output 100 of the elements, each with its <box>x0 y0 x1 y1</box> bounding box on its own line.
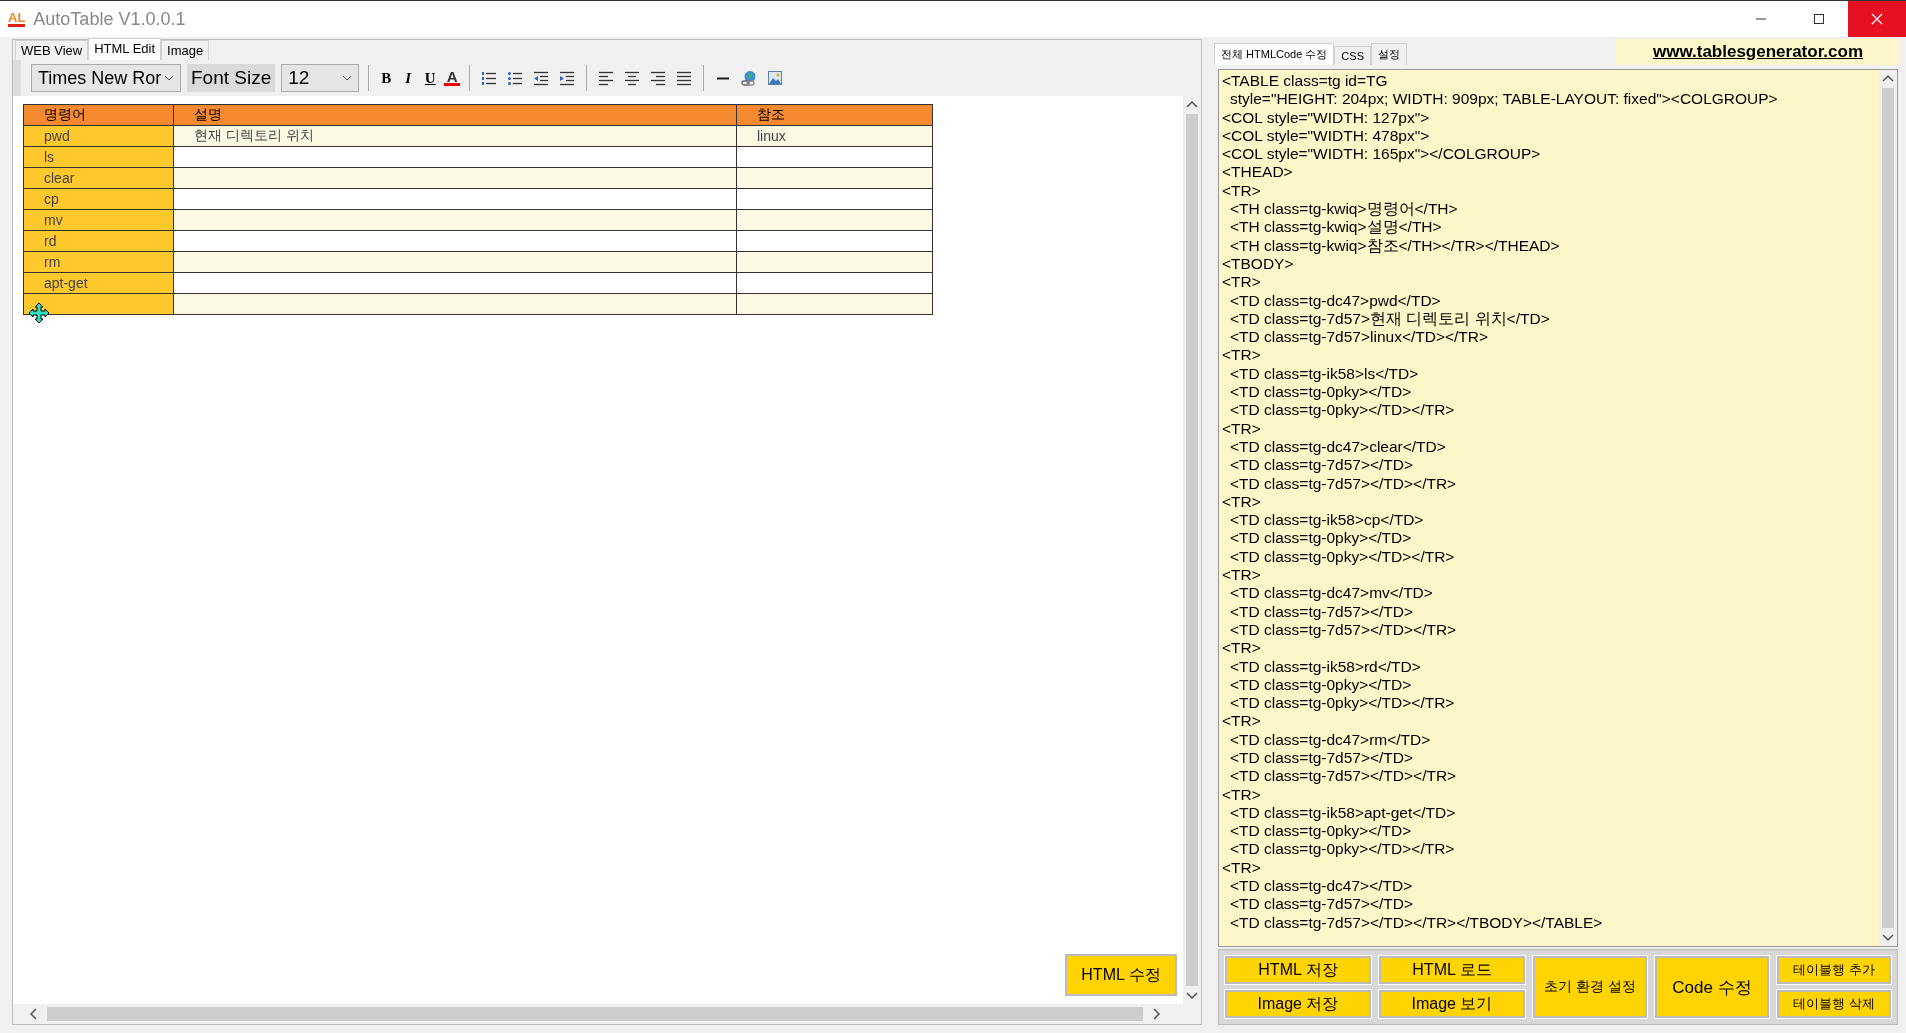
font-size-dropdown[interactable]: 12 <box>281 64 360 92</box>
underline-button[interactable]: U <box>422 69 439 87</box>
font-color-button[interactable]: A <box>444 70 461 86</box>
action-button[interactable]: 테이블행 추가 <box>1777 956 1891 984</box>
code-line: <TR> <box>1222 785 1262 804</box>
code-line: <COL style="WIDTH: 165px"></COLGROUP> <box>1222 145 1542 164</box>
table-cell: clear <box>23 167 174 189</box>
code-line: <TR> <box>1222 346 1262 365</box>
code-line: <TD class=tg-dc47>rm</TD> <box>1229 730 1432 749</box>
code-line: <TR> <box>1222 858 1262 878</box>
code-line: <TD class=tg-7d57>현재 디렉토리 위치</TD> <box>1229 309 1551 329</box>
code-line: <TD class=tg-0pky></TD> <box>1229 383 1413 402</box>
action-button[interactable]: Code 수정 <box>1655 956 1769 1018</box>
bullet-list-icon[interactable] <box>507 70 524 86</box>
code-line: <TD class=tg-7d57></TD> <box>1229 749 1415 768</box>
code-line: <TR> <box>1222 273 1262 292</box>
code-line: <TR> <box>1222 566 1262 585</box>
bold-button[interactable]: B <box>378 69 395 87</box>
italic-button[interactable]: I <box>400 69 417 87</box>
code-line: <TH class=tg-kwiq>명령어</TH> <box>1229 200 1459 219</box>
code-line: <TH class=tg-kwiq>설명</TH> <box>1229 218 1443 237</box>
code-line: <TD class=tg-0pky></TD> <box>1229 675 1413 695</box>
tab[interactable]: HTML Edit <box>88 38 162 60</box>
code-line: <TD class=tg-7d57></TD></TR> <box>1229 767 1458 786</box>
align-left-icon[interactable] <box>598 70 615 86</box>
window-title: AutoTable V1.0.0.1 <box>33 8 186 30</box>
code-line: <TD class=tg-7d57></TD> <box>1229 895 1415 914</box>
move-icon[interactable] <box>28 302 50 324</box>
table-cell: pwd <box>23 125 174 147</box>
code-line: <COL style="WIDTH: 127px"> <box>1222 108 1431 127</box>
code-line: <TD class=tg-7d57></TD></TR></TBODY></TABLE> <box>1229 913 1604 932</box>
tab[interactable]: WEB View <box>15 40 89 60</box>
table-cell: linux <box>736 125 933 147</box>
code-line: <TR> <box>1222 492 1262 512</box>
code-line: <TD class=tg-0pky></TD> <box>1229 529 1413 548</box>
chevron-down-icon[interactable] <box>1882 934 1894 942</box>
chevron-up-icon[interactable] <box>1186 100 1198 108</box>
action-button[interactable]: HTML 로드 <box>1379 956 1525 984</box>
chevron-down-icon <box>342 75 353 81</box>
table-cell: rm <box>23 251 174 273</box>
table-cell: ls <box>23 146 174 168</box>
code-line: <COL style="WIDTH: 478px"> <box>1222 126 1431 146</box>
chevron-left-icon[interactable] <box>29 1008 37 1020</box>
code-line: <TD class=tg-dc47>clear</TD> <box>1229 437 1447 457</box>
code-line: <TD class=tg-dc47>pwd</TD> <box>1229 291 1442 310</box>
chevron-right-icon[interactable] <box>1153 1008 1161 1020</box>
code-line: style="HEIGHT: 204px; WIDTH: 909px; TABLE-LAYOUT: fixed"><COLGROUP> <box>1229 90 1779 109</box>
maximize-icon <box>1813 13 1825 25</box>
action-button[interactable]: HTML 저장 <box>1225 956 1371 984</box>
table-cell: cp <box>23 188 174 210</box>
code-line: <TD class=tg-0pky></TD></TR> <box>1229 694 1456 713</box>
code-line: <TBODY> <box>1222 254 1295 274</box>
chevron-down-icon[interactable] <box>1186 992 1198 1000</box>
action-button[interactable]: Image 보기 <box>1379 990 1525 1018</box>
table-cell: apt-get <box>23 272 174 294</box>
vertical-scrollbar[interactable] <box>1879 70 1897 946</box>
code-line: <TD class=tg-dc47></TD> <box>1229 877 1414 896</box>
close-icon <box>1871 13 1883 25</box>
code-line: <TD class=tg-0pky></TD></TR> <box>1229 840 1456 859</box>
code-line: <TR> <box>1222 419 1262 438</box>
code-line: <TD class=tg-7d57></TD></TR> <box>1229 474 1458 493</box>
align-center-icon[interactable] <box>624 70 641 86</box>
outdent-icon[interactable] <box>533 70 550 86</box>
code-line: <TD class=tg-7d57></TD> <box>1229 602 1415 621</box>
code-line: <TD class=tg-0pky></TD></TR> <box>1229 547 1456 566</box>
column-header: 설명 <box>173 104 737 126</box>
indent-icon[interactable] <box>559 70 576 86</box>
tab[interactable]: Image <box>161 40 210 60</box>
tab[interactable]: 전체 HTMLCode 수정 <box>1214 43 1335 65</box>
table-cell: 현재 디렉토리 위치 <box>173 125 737 147</box>
code-line: <TR> <box>1222 639 1262 658</box>
chevron-up-icon[interactable] <box>1882 74 1894 82</box>
chevron-down-icon <box>164 75 174 81</box>
code-line: <TD class=tg-7d57></TD></TR> <box>1229 620 1458 640</box>
action-button[interactable]: Image 저장 <box>1225 990 1371 1018</box>
app-logo: AL <box>8 11 26 27</box>
code-line: <TD class=tg-7d57>linux</TD></TR> <box>1229 328 1490 347</box>
code-line: <TD class=tg-7d57></TD> <box>1229 456 1415 475</box>
align-right-icon[interactable] <box>650 70 667 86</box>
html-edit-button[interactable]: HTML 수정 <box>1065 954 1177 996</box>
table-cell: rd <box>23 230 174 252</box>
globe-link-icon[interactable] <box>741 70 758 86</box>
action-button[interactable]: 테이블행 삭제 <box>1777 990 1891 1018</box>
code-line: <TD class=tg-ik58>rd</TD> <box>1229 657 1422 676</box>
numbered-list-icon[interactable] <box>481 70 498 86</box>
column-header: 참조 <box>736 104 933 126</box>
font-dropdown[interactable]: Times New Ror <box>31 64 181 92</box>
code-line: <TH class=tg-kwiq>참조</TH></TR></THEAD> <box>1229 236 1561 255</box>
table-cell: mv <box>23 209 174 231</box>
image-icon[interactable] <box>767 70 784 86</box>
tab[interactable]: 설정 <box>1371 43 1407 65</box>
justify-icon[interactable] <box>676 70 693 86</box>
code-line: <TD class=tg-ik58>apt-get</TD> <box>1229 803 1457 823</box>
tab[interactable]: CSS <box>1334 46 1371 65</box>
code-line: <TD class=tg-ik58>ls</TD> <box>1229 364 1420 384</box>
action-button[interactable]: 초기 환경 설정 <box>1533 956 1647 1018</box>
font-size-label: Font Size <box>187 64 276 92</box>
code-editor[interactable] <box>1218 69 1898 947</box>
code-line: <TD class=tg-0pky></TD></TR> <box>1229 401 1456 420</box>
code-line: <TD class=tg-dc47>mv</TD> <box>1229 584 1434 603</box>
